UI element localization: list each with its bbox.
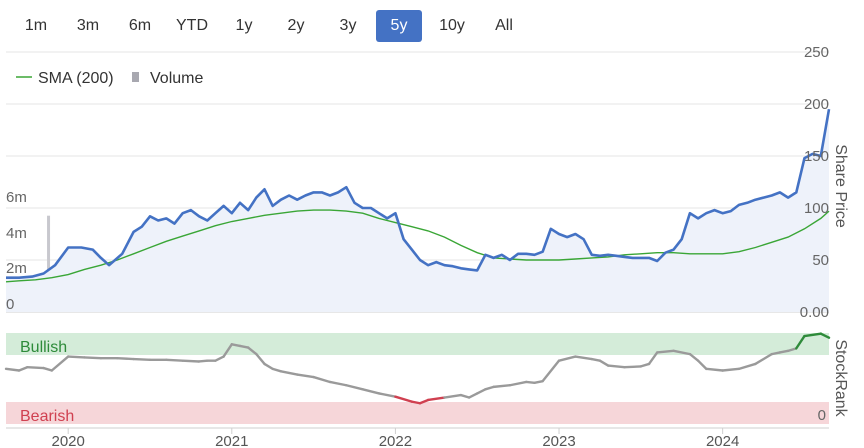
stockrank-segment: [557, 355, 577, 362]
stockrank-segment: [737, 362, 757, 371]
stockrank-segment: [214, 355, 225, 362]
stockrank-segment: [721, 367, 741, 372]
stockrank-segment: [17, 366, 29, 372]
stockrank-segment: [705, 367, 724, 372]
price-panel: 0.00 50 100 150 200 250 0 2m 4m 6m Share Price S…: [5, 44, 849, 321]
stockrank-segment: [459, 393, 471, 399]
volume-tick: 2m: [6, 260, 27, 277]
stockrank-segment: [443, 393, 463, 399]
volume-tick: 0: [6, 296, 14, 313]
stockrank-segment: [4, 367, 21, 372]
stockrank-segment: [623, 365, 643, 369]
share-price-tick: 150: [804, 148, 829, 165]
stockrank-segment: [238, 344, 250, 349]
stockrank-segment: [656, 349, 675, 354]
stockrank-segment: [476, 388, 487, 395]
stockrank-segment: [361, 388, 381, 395]
bullish-label: Bullish: [20, 339, 67, 356]
x-tick-label: 2024: [706, 433, 739, 448]
stockrank-segment: [778, 349, 790, 354]
stockrank-segment: [83, 356, 103, 360]
stockrank-segment: [606, 364, 626, 369]
stockrank-panel: Bullish Bearish 0 StockRank: [4, 332, 849, 425]
stockrank-segment: [279, 370, 299, 376]
stockrank-segment: [312, 375, 332, 384]
bullish-band: [6, 333, 829, 355]
stockrank-segment: [696, 359, 708, 371]
stockrank-segment: [42, 366, 54, 372]
stockrank-zero-tick: 0: [818, 407, 826, 424]
stockrank-segment: [541, 359, 561, 383]
stockrank-segment: [770, 351, 782, 356]
stockrank-segment: [426, 396, 446, 402]
legend-volume-swatch: [132, 72, 139, 82]
legend: SMA (200) Volume: [16, 70, 203, 87]
stockrank-segment: [467, 392, 479, 399]
stockrank-segment: [377, 392, 397, 398]
stockrank-segment: [345, 384, 364, 391]
stockrank-segment: [255, 352, 266, 366]
stockrank-axis-title: StockRank: [832, 339, 849, 417]
stockrank-segment: [394, 395, 413, 403]
stock-chart: 0.00 50 100 150 200 250 0 2m 4m 6m Share Price S…: [4, 44, 849, 448]
stockrank-segment: [590, 357, 602, 362]
price-area-fill: [6, 109, 829, 312]
volume-tick: 4m: [6, 225, 27, 242]
stockrank-segment: [132, 357, 152, 362]
share-price-axis-title: Share Price: [832, 144, 849, 228]
bearish-band: [6, 402, 829, 424]
stockrank-segment: [484, 385, 495, 391]
stockrank-segment: [165, 358, 184, 362]
x-tick-label: 2022: [379, 433, 412, 448]
stockrank-segment: [754, 352, 773, 366]
volume-tick: 6m: [6, 189, 27, 206]
stockrank-segment: [328, 380, 348, 387]
stockrank-segment: [230, 343, 242, 348]
stockrank-segment: [296, 373, 315, 379]
stockrank-segment: [26, 366, 45, 370]
stockrank-segment: [525, 380, 536, 384]
stockrank-segment: [533, 379, 544, 384]
x-tick-label: 2020: [51, 433, 84, 448]
stockrank-segment: [66, 355, 86, 359]
legend-sma-label: SMA (200): [38, 70, 114, 87]
x-axis: 2020 2021 2022 2023 2024: [6, 427, 829, 448]
stockrank-segment: [492, 384, 512, 389]
stockrank-segment: [410, 400, 422, 405]
stockrank-segment: [508, 380, 528, 387]
share-price-tick: 250: [804, 44, 829, 61]
legend-volume-label: Volume: [150, 70, 203, 87]
bearish-label: Bearish: [20, 408, 74, 425]
stockrank-segment: [598, 359, 610, 367]
stockrank-segment: [50, 355, 70, 372]
stockrank-segment: [197, 359, 209, 363]
stockrank-segment: [116, 357, 135, 361]
share-price-tick: 200: [804, 96, 829, 113]
stockrank-segment: [271, 367, 283, 373]
stockrank-segment: [181, 359, 201, 363]
stockrank-segment: [263, 362, 274, 371]
x-tick-label: 2023: [542, 433, 575, 448]
stockrank-segment: [688, 352, 700, 362]
share-price-tick: 50: [812, 252, 829, 269]
stockrank-segment: [574, 355, 593, 361]
stockrank-segment: [639, 362, 651, 368]
share-price-tick: 100: [804, 200, 829, 217]
x-tick-label: 2021: [215, 433, 248, 448]
share-price-tick: 0.00: [800, 304, 829, 321]
